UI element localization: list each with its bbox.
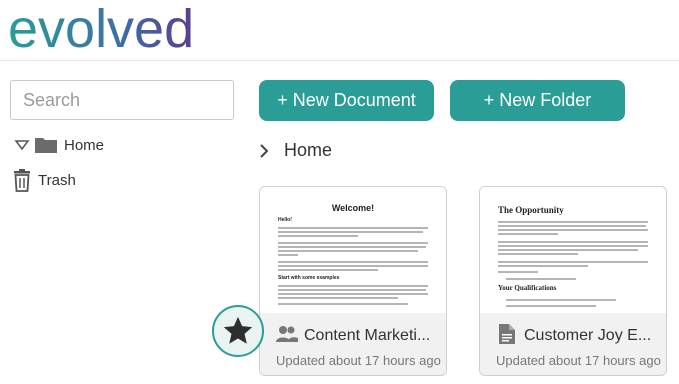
card-updated: Updated about 17 hours ago [276,353,441,368]
folder-icon [35,138,57,153]
sidebar-item-trash[interactable]: Trash [12,168,76,192]
document-card[interactable]: Welcome! Hello! Start with some examples… [259,186,447,376]
document-preview: Welcome! Hello! Start with some examples [260,187,446,313]
chevron-right-icon[interactable] [258,143,270,158]
svg-text:evolved: evolved [8,0,194,58]
preview-line: Start with some examples [278,275,340,281]
card-title: Content Marketi... [304,327,431,344]
card-footer: Content Marketi... Updated about 17 hour… [260,313,446,375]
search-input[interactable] [10,80,234,120]
card-title: Customer Joy E... [524,327,652,344]
breadcrumb: Home [258,140,332,161]
breadcrumb-current[interactable]: Home [284,140,332,161]
card-footer: Customer Joy E... Updated about 17 hours… [480,313,666,375]
people-icon [276,326,298,342]
preview-heading: Welcome! [331,203,375,213]
new-document-button[interactable]: + New Document [259,80,434,121]
document-icon [499,324,515,344]
sidebar-item-label: Home [64,136,105,154]
preview-line: Hello! [278,217,292,223]
chevron-down-icon[interactable] [14,139,30,151]
evolved-logo[interactable]: evolved [0,0,220,58]
card-updated: Updated about 17 hours ago [496,353,661,368]
favorite-button[interactable] [212,305,264,357]
preview-line: Your Qualifications [498,284,557,292]
trash-icon [14,169,30,192]
sidebar-item-label: Trash [38,171,76,189]
app-header: evolved [0,0,679,61]
new-folder-button[interactable]: + New Folder [450,80,625,121]
star-icon [223,316,253,344]
preview-heading: The Opportunity [498,205,564,215]
document-card[interactable]: The Opportunity Your Qualifications Cust… [479,186,667,376]
sidebar-item-home[interactable]: Home [12,136,104,154]
document-preview: The Opportunity Your Qualifications [480,187,666,313]
